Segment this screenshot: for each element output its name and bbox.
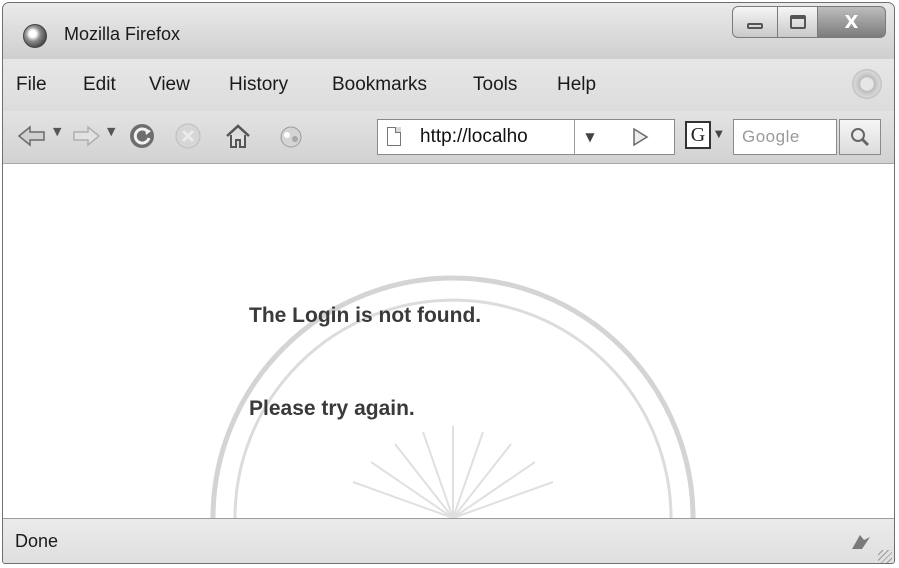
search-placeholder: Google (742, 127, 800, 146)
search-button[interactable] (839, 119, 881, 155)
search-field[interactable]: Google (733, 119, 837, 155)
menu-bar: File Edit View History Bookmarks Tools H… (3, 59, 894, 112)
menu-bookmarks[interactable]: Bookmarks (332, 74, 427, 96)
close-icon: X (844, 11, 859, 33)
resize-grip[interactable] (878, 550, 892, 563)
forward-icon (73, 125, 101, 147)
reload-button[interactable] (125, 121, 159, 151)
retry-message: Please try again. (249, 397, 415, 420)
url-bar[interactable]: http://localho ▼ (377, 119, 675, 155)
maximize-icon (789, 15, 806, 29)
search-engine-selector[interactable]: G (685, 121, 711, 149)
bookmark-button[interactable] (271, 121, 311, 151)
back-icon (17, 125, 45, 147)
menu-help[interactable]: Help (557, 74, 596, 96)
url-dropdown-button[interactable]: ▼ (574, 120, 605, 154)
firefox-icon (23, 24, 47, 48)
home-icon (226, 124, 250, 148)
bookmark-icon (280, 126, 302, 148)
watermark-emblem (210, 275, 696, 518)
search-engine-arrow-icon[interactable]: ▼ (715, 129, 723, 140)
back-history-arrow-icon[interactable]: ▼ (53, 125, 61, 138)
status-bar: Done (3, 518, 894, 563)
menu-view[interactable]: View (149, 74, 190, 96)
page-icon (387, 127, 401, 146)
close-button[interactable]: X (818, 6, 886, 38)
window-title: Mozilla Firefox (64, 24, 181, 44)
phishing-shield-icon (852, 535, 870, 549)
menu-history[interactable]: History (229, 74, 288, 96)
status-icon[interactable] (850, 531, 872, 555)
minimize-icon (747, 23, 763, 29)
forward-history-arrow-icon[interactable]: ▼ (107, 125, 115, 138)
stop-icon (175, 123, 201, 149)
maximize-button[interactable] (778, 6, 818, 38)
status-text: Done (15, 531, 59, 551)
go-button[interactable] (606, 120, 674, 154)
error-message: The Login is not found. (249, 304, 482, 327)
page-content: The Login is not found. Please try again… (3, 164, 894, 518)
minimize-button[interactable] (732, 6, 778, 38)
window-controls: X (732, 6, 886, 40)
magnifier-icon (851, 128, 870, 147)
menu-tools[interactable]: Tools (473, 74, 517, 96)
go-arrow-icon (633, 127, 649, 147)
menu-edit[interactable]: Edit (83, 74, 116, 96)
forward-button[interactable] (69, 121, 103, 151)
browser-window: Mozilla Firefox X File Edit View History… (2, 2, 895, 564)
back-button[interactable] (15, 121, 49, 151)
stop-button[interactable] (171, 121, 205, 151)
url-text[interactable]: http://localho (420, 126, 570, 148)
dropdown-arrow-icon: ▼ (585, 130, 595, 144)
navigation-toolbar: ▼ ▼ http://localho ▼ G ▼ Google (3, 111, 894, 164)
home-button[interactable] (221, 121, 255, 151)
menu-file[interactable]: File (16, 74, 47, 96)
title-bar[interactable]: Mozilla Firefox X (3, 3, 894, 59)
reload-icon (130, 124, 154, 148)
throbber-icon (852, 69, 882, 99)
